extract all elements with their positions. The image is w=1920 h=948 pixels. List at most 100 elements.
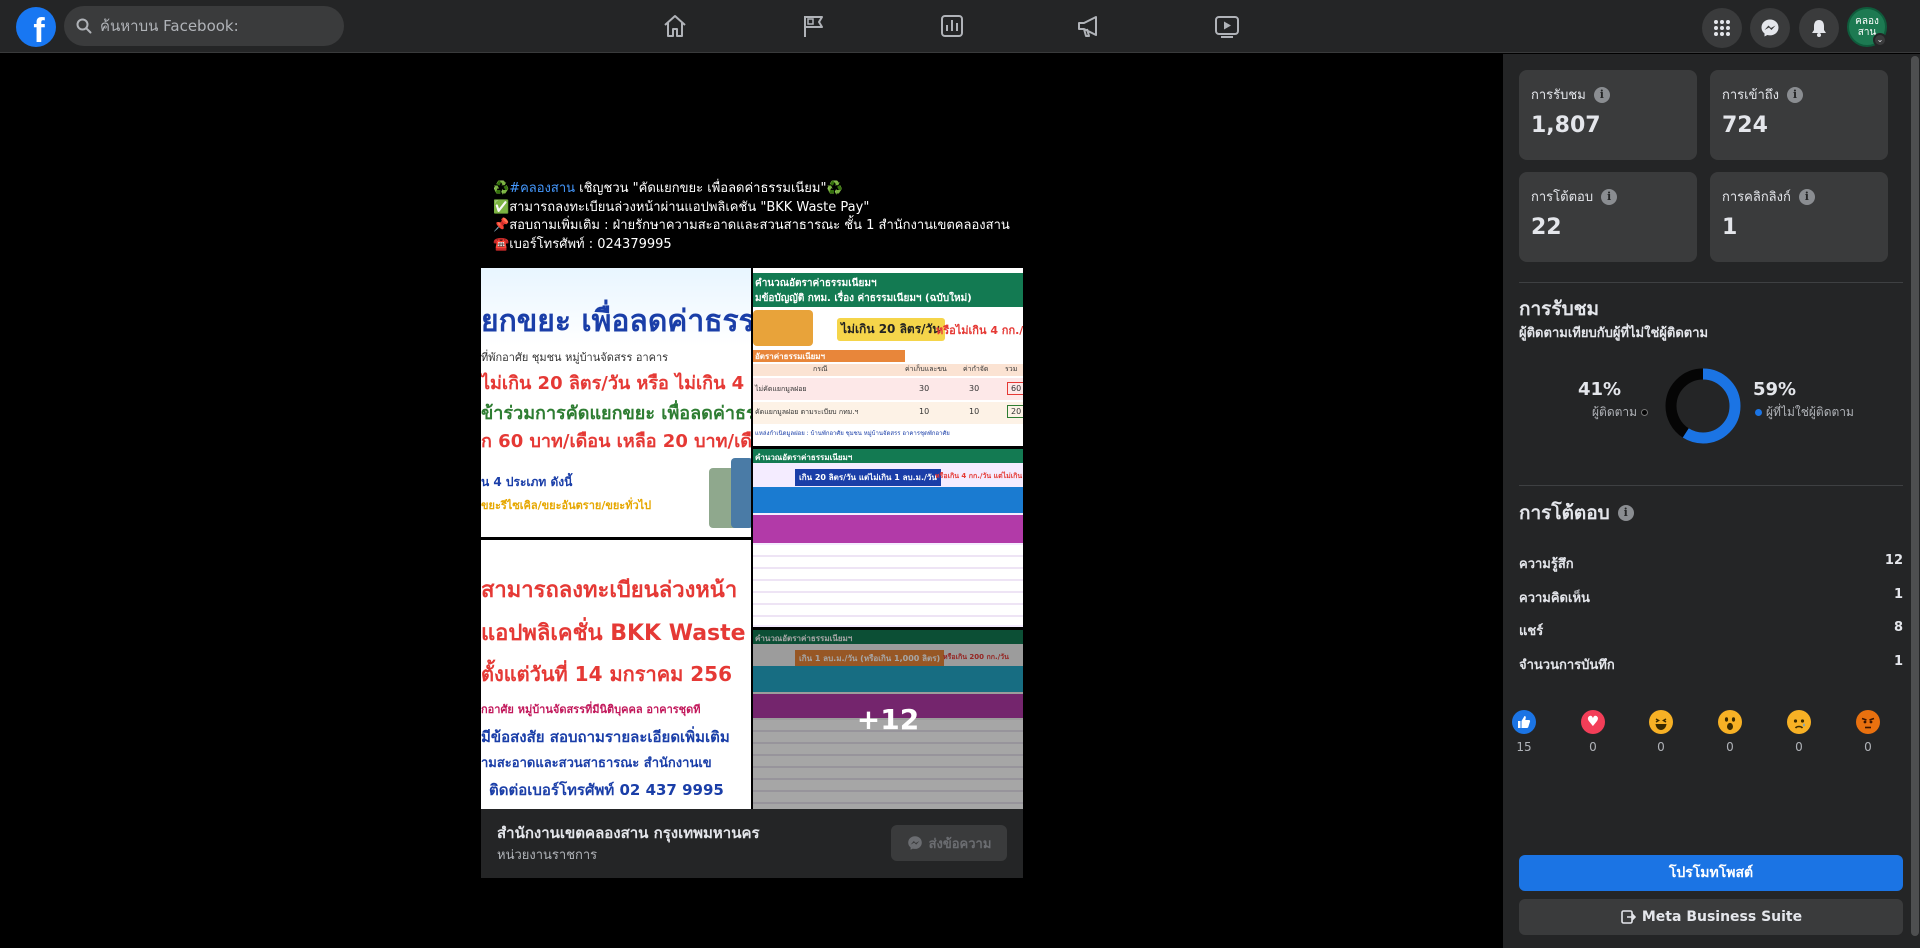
post-image-1[interactable]: ยกขยะ เพื่อลดค่าธรรม ที่พักอาศัย ชุมชน ห…: [481, 268, 751, 537]
info-icon[interactable]: i: [1617, 505, 1634, 521]
table-band: [753, 487, 1023, 513]
image-text: เกิน 20 ลิตร/วัน แต่ไม่เกิน 1 ลบ.ม./วัน: [795, 469, 941, 486]
chart-icon: [941, 15, 963, 37]
facebook-logo-letter: f: [33, 12, 45, 47]
more-images-overlay[interactable]: +12: [753, 630, 1023, 809]
search-input[interactable]: [100, 17, 320, 35]
checkmark-icon: ✅: [493, 199, 510, 215]
image-text: หรือไม่เกิน 4 กก./: [936, 324, 1023, 337]
image-text: ไม่เกิน 20 ลิตร/วัน หรือ ไม่เกิน 4: [481, 373, 745, 394]
image-text: กรณี: [813, 365, 828, 373]
meta-business-suite-button[interactable]: Meta Business Suite: [1519, 899, 1903, 935]
post-image-2[interactable]: สามารถลงทะเบียนล่วงหน้า แอปพลิเคชั่น BKK…: [481, 540, 751, 809]
reaction-count: 0: [1726, 740, 1734, 754]
image-text: ยกขยะ เพื่อลดค่าธรรม: [481, 304, 751, 339]
image-text: สามารถลงทะเบียนล่วงหน้า: [481, 578, 738, 603]
reaction-like: 15: [1511, 710, 1537, 754]
non-followers-legend: ผู้ที่ไม่ใช่ผู้ติดตาม: [1755, 403, 1854, 422]
info-icon[interactable]: i: [1787, 86, 1804, 103]
post-image-5[interactable]: คำนวณอัตราค่าธรรมเนียมฯ เกิน 1 ลบ.ม./วัน…: [753, 630, 1023, 809]
image-text: ค่าเก็บและขน: [905, 365, 947, 373]
search-box[interactable]: [64, 6, 344, 46]
video-nav-button[interactable]: [1171, 8, 1283, 44]
non-followers-percentage: 59%: [1753, 379, 1797, 400]
insights-nav-button[interactable]: [896, 8, 1008, 44]
home-icon: [664, 15, 686, 37]
engagement-row-value: 1: [1893, 654, 1903, 669]
pages-nav-button[interactable]: [758, 8, 870, 44]
notifications-button[interactable]: [1799, 8, 1839, 48]
info-icon[interactable]: i: [1601, 188, 1618, 205]
reaction-wow: 0: [1717, 710, 1743, 754]
followers-percentage: 41%: [1578, 379, 1622, 400]
stat-label: การเข้าถึง i: [1722, 84, 1804, 105]
image-text: 10: [969, 407, 980, 416]
stat-card-reach: การเข้าถึง i 724: [1710, 70, 1888, 160]
caption-line-2: ✅สามารถลงทะเบียนล่วงหน้าผ่านแอปพลิเคชัน …: [493, 199, 1023, 218]
stat-card-engagement: การโต้ตอบ i 22: [1519, 172, 1697, 262]
image-text: ามสะอาดและสวนสาธารณะ สำนักงานเข: [481, 756, 712, 771]
stat-value: 22: [1531, 215, 1562, 240]
reaction-count: 0: [1795, 740, 1803, 754]
image-text: แอปพลิเคชั่น BKK Waste P: [481, 621, 751, 646]
bag-graphic: [753, 310, 813, 346]
info-icon[interactable]: i: [1798, 188, 1815, 205]
reaction-count: 0: [1589, 740, 1597, 754]
image-text: มีข้อสงสัย สอบถามรายละเอียดเพิ่มเติม: [481, 728, 730, 746]
image-text: ข้าร่วมการคัดแยกขยะ เพื่อลดค่าธรร: [481, 403, 751, 424]
send-message-label: ส่งข้อความ: [928, 836, 992, 852]
image-text: ติดต่อเบอร์โทรศัพท์ 02 437 9995: [489, 781, 724, 799]
reaction-sad: 0: [1786, 710, 1812, 754]
page-info-card: สำนักงานเขตคลองสาน กรุงเทพมหานคร หน่วยงา…: [481, 809, 1023, 878]
post-insights-panel: การรับชม i 1,807 การเข้าถึง i 724 การโต้ตอ…: [1503, 54, 1920, 948]
recycle-icon: ♻️: [826, 181, 843, 196]
angry-icon: [1856, 710, 1880, 734]
messenger-button[interactable]: [1750, 8, 1790, 48]
stat-label-text: การเข้าถึง: [1722, 88, 1780, 103]
image-text: 30: [919, 384, 930, 393]
facebook-logo[interactable]: f: [16, 7, 56, 47]
engagement-row-value: 1: [1893, 587, 1903, 602]
caption-line-3: 📌สอบถามเพิ่มเติม : ฝ่ายรักษาความสะอาดและ…: [493, 217, 1023, 236]
messenger-icon: [907, 836, 922, 850]
hashtag-link[interactable]: #คลองสาน: [509, 181, 575, 196]
account-chevron-down-icon[interactable]: ⌄: [1873, 33, 1887, 47]
search-icon: [76, 18, 92, 34]
stat-card-link-clicks: การคลิกลิงก์ i 1: [1710, 172, 1888, 262]
post-content: ♻️#คลองสาน เชิญชวน "คัดแยกขยะ เพื่อลดค่า…: [481, 180, 1023, 254]
views-title-text: การรับชม: [1519, 298, 1600, 320]
table-band: [753, 515, 1023, 543]
reaction-angry: 0: [1855, 710, 1881, 754]
image-text: รวม: [1005, 365, 1018, 373]
page-category: หน่วยงานราชการ: [497, 848, 598, 863]
page-name-link[interactable]: สำนักงานเขตคลองสาน กรุงเทพมหานคร: [497, 821, 760, 845]
engagement-row-comments: ความคิดเห็น 1: [1519, 587, 1903, 608]
reaction-count: 15: [1516, 740, 1532, 754]
post-image-3[interactable]: คำนวณอัตราค่าธรรมเนียมฯ มข้อบัญญัติ กทม.…: [753, 268, 1023, 446]
reaction-count: 0: [1657, 740, 1665, 754]
menu-button[interactable]: [1702, 8, 1742, 48]
promote-post-button[interactable]: โปรโมทโพสต์: [1519, 855, 1903, 891]
ads-nav-button[interactable]: [1033, 8, 1145, 44]
info-icon[interactable]: i: [1593, 86, 1610, 103]
section-divider: [1519, 485, 1903, 486]
engagement-section-title: การโต้ตอบ i: [1519, 498, 1634, 528]
engagement-row-shares: แชร์ 8: [1519, 620, 1903, 641]
image-text: กอาศัย หมู่บ้านจัดสรรที่มีนิติบุคคล อาคา…: [481, 703, 701, 716]
post-image-4[interactable]: คำนวณอัตราค่าธรรมเนียมฯ เกิน 20 ลิตร/วัน…: [753, 449, 1023, 627]
send-message-button[interactable]: ส่งข้อความ: [891, 825, 1007, 861]
image-text: คำนวณอัตราค่าธรรมเนียมฯ: [755, 453, 853, 462]
panel-scrollbar-thumb[interactable]: [1911, 56, 1919, 936]
reaction-love: ♥ 0: [1580, 710, 1606, 754]
stat-value: 1: [1722, 215, 1738, 240]
stat-label: การคลิกลิงก์ i: [1722, 186, 1815, 207]
image-text: คัดแยกมูลฝอย ตามระเบียบ กทม.ฯ: [755, 408, 859, 416]
image-text: ไม่เกิน 20 ลิตร/วัน: [837, 318, 945, 341]
followers-legend-label: ผู้ติดตาม: [1592, 405, 1638, 419]
love-icon: ♥: [1581, 710, 1605, 734]
views-subtitle: ผู้ติดตามเทียบกับผู้ที่ไม่ใช่ผู้ติดตาม: [1519, 326, 1709, 341]
home-nav-button[interactable]: [619, 8, 731, 44]
caption-line-4: ☎️เบอร์โทรศัพท์ : 024379995: [493, 236, 1023, 255]
image-text: 10: [919, 407, 930, 416]
reaction-haha: 0: [1648, 710, 1674, 754]
